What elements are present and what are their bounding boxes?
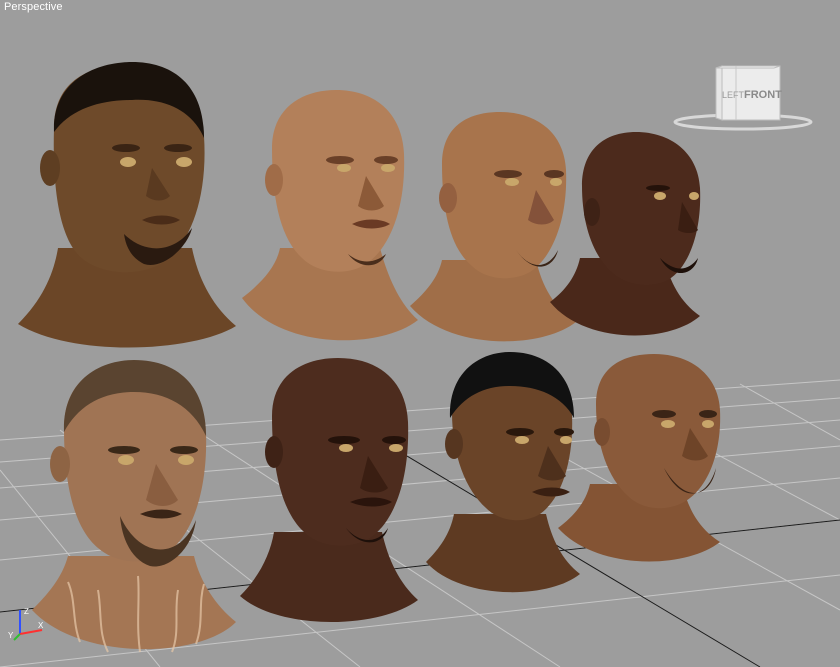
axis-x-label: X <box>38 621 44 630</box>
axis-z-label: Z <box>24 607 29 616</box>
head-8[interactable] <box>556 352 726 576</box>
perspective-viewport[interactable]: Perspective LEFT FRONT Z X Y <box>0 0 840 667</box>
viewcube-left-label: LEFT <box>722 90 745 100</box>
viewcube-front-label: FRONT <box>744 89 782 101</box>
head-4[interactable] <box>548 130 708 350</box>
viewcube[interactable]: LEFT FRONT <box>672 62 814 132</box>
head-1[interactable] <box>14 58 240 358</box>
axis-y-label: Y <box>8 631 14 640</box>
head-6[interactable] <box>238 356 420 626</box>
viewport-label[interactable]: Perspective <box>4 1 63 13</box>
head-2[interactable] <box>240 88 420 354</box>
head-5[interactable] <box>28 360 240 660</box>
axis-gizmo: Z X Y <box>8 607 44 641</box>
